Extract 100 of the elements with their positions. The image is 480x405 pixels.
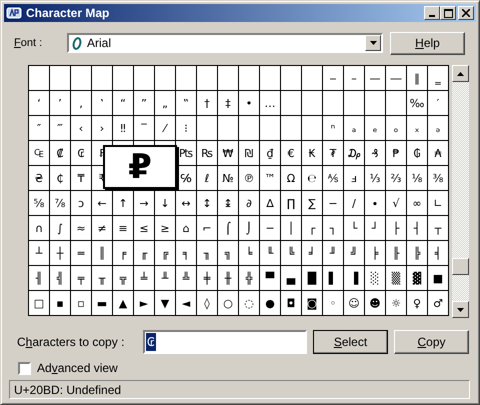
- character-cell[interactable]: ₢: [71, 141, 91, 165]
- character-cell[interactable]: ▓: [407, 266, 427, 290]
- character-cell[interactable]: ‰: [407, 91, 427, 115]
- character-cell[interactable]: ░: [365, 266, 385, 290]
- dropdown-button[interactable]: [365, 35, 381, 51]
- character-cell[interactable]: ₒ: [386, 116, 406, 140]
- character-cell[interactable]: ⅞: [50, 191, 70, 215]
- scroll-up-button[interactable]: [452, 65, 469, 82]
- character-cell[interactable]: ♀: [407, 291, 427, 315]
- character-cell[interactable]: ≈: [71, 216, 91, 240]
- character-cell[interactable]: ₑ: [365, 116, 385, 140]
- character-cell[interactable]: ↕: [197, 191, 217, 215]
- character-cell[interactable]: ╬: [239, 266, 259, 290]
- character-cell[interactable]: ⌡: [239, 216, 259, 240]
- character-cell[interactable]: ═: [71, 241, 91, 265]
- character-cell[interactable]: ⁝: [176, 116, 196, 140]
- character-cell[interactable]: ╢: [29, 266, 49, 290]
- character-cell[interactable]: ↄ: [71, 191, 91, 215]
- character-cell[interactable]: „: [155, 91, 175, 115]
- close-button[interactable]: [458, 6, 474, 20]
- character-cell[interactable]: √: [386, 191, 406, 215]
- help-button[interactable]: Help: [390, 32, 465, 54]
- character-cell[interactable]: ∆: [260, 191, 280, 215]
- character-cell[interactable]: ₴: [29, 166, 49, 190]
- character-cell[interactable]: ⅍: [323, 166, 343, 190]
- character-cell[interactable]: ≠: [92, 216, 112, 240]
- character-cell[interactable]: “: [113, 91, 133, 115]
- character-cell[interactable]: ‒: [323, 66, 343, 90]
- character-cell[interactable]: №: [218, 166, 238, 190]
- character-cell[interactable]: ₫: [260, 141, 280, 165]
- character-cell[interactable]: ╗: [218, 241, 238, 265]
- character-cell[interactable]: ╣: [50, 266, 70, 290]
- character-cell[interactable]: ◊: [197, 291, 217, 315]
- character-cell[interactable]: ₯: [344, 141, 364, 165]
- character-cell[interactable]: ▼: [155, 291, 175, 315]
- character-cell[interactable]: ≤: [134, 216, 154, 240]
- character-cell[interactable]: ╟: [386, 241, 406, 265]
- character-cell[interactable]: ™: [260, 166, 280, 190]
- character-cell[interactable]: ⁿ: [323, 116, 343, 140]
- character-cell[interactable]: …: [260, 91, 280, 115]
- character-cell[interactable]: └: [344, 216, 364, 240]
- character-cell[interactable]: ◘: [281, 291, 301, 315]
- character-cell[interactable]: ▒: [386, 266, 406, 290]
- character-cell[interactable]: ∟: [428, 191, 448, 215]
- character-cell[interactable]: ┬: [428, 216, 448, 240]
- maximize-button[interactable]: [440, 6, 456, 20]
- character-cell[interactable]: †: [197, 91, 217, 115]
- character-cell[interactable]: ‛: [92, 91, 112, 115]
- character-cell[interactable]: ╚: [281, 241, 301, 265]
- character-cell[interactable]: □: [29, 291, 49, 315]
- character-cell[interactable]: ≡: [113, 216, 133, 240]
- character-cell[interactable]: ₡: [50, 141, 70, 165]
- character-cell[interactable]: ■: [428, 266, 448, 290]
- character-cell[interactable]: ⅎ: [344, 166, 364, 190]
- character-cell[interactable]: €: [281, 141, 301, 165]
- character-cell[interactable]: Ω: [281, 166, 301, 190]
- character-cell[interactable]: ℗: [239, 166, 259, 190]
- character-cell[interactable]: ≥: [155, 216, 175, 240]
- character-cell[interactable]: ₭: [302, 141, 322, 165]
- character-cell[interactable]: ▀: [260, 266, 280, 290]
- character-cell[interactable]: ┌: [302, 216, 322, 240]
- character-cell[interactable]: ╕: [176, 241, 196, 265]
- character-cell[interactable]: ╤: [71, 266, 91, 290]
- character-cell[interactable]: ┐: [323, 216, 343, 240]
- character-cell[interactable]: ╖: [197, 241, 217, 265]
- character-cell[interactable]: ╝: [344, 241, 364, 265]
- scroll-down-button[interactable]: [452, 301, 469, 318]
- character-cell[interactable]: ☻: [365, 291, 385, 315]
- character-cell[interactable]: ₵: [50, 166, 70, 190]
- character-cell[interactable]: ╧: [134, 266, 154, 290]
- character-cell[interactable]: ╫: [218, 266, 238, 290]
- character-cell[interactable]: ┼: [50, 241, 70, 265]
- character-cell[interactable]: ⌠: [218, 216, 238, 240]
- character-cell[interactable]: ⌂: [176, 216, 196, 240]
- character-cell[interactable]: ‘: [29, 91, 49, 115]
- character-cell[interactable]: ∙: [365, 191, 385, 215]
- character-cell[interactable]: ├: [386, 216, 406, 240]
- character-cell[interactable]: →: [134, 191, 154, 215]
- character-cell[interactable]: ┴: [29, 241, 49, 265]
- character-cell[interactable]: ∑: [302, 191, 322, 215]
- character-cell[interactable]: ₳: [428, 141, 448, 165]
- character-cell[interactable]: ⁄: [155, 116, 175, 140]
- character-cell[interactable]: ╜: [323, 241, 343, 265]
- character-cell[interactable]: ←: [92, 191, 112, 215]
- character-cell[interactable]: ◙: [302, 291, 322, 315]
- character-cell[interactable]: ‴: [50, 116, 70, 140]
- character-cell[interactable]: ▄: [281, 266, 301, 290]
- character-cell[interactable]: ╔: [155, 241, 175, 265]
- character-cell[interactable]: ▌: [323, 266, 343, 290]
- character-cell[interactable]: ₸: [71, 166, 91, 190]
- advanced-view-checkbox[interactable]: [18, 362, 31, 374]
- character-cell[interactable]: ↓: [155, 191, 175, 215]
- character-cell[interactable]: ‼: [113, 116, 133, 140]
- character-cell[interactable]: ⅔: [386, 166, 406, 190]
- character-cell[interactable]: │: [281, 216, 301, 240]
- character-cell[interactable]: ›: [92, 116, 112, 140]
- character-cell[interactable]: ₐ: [344, 116, 364, 140]
- character-cell[interactable]: ℮: [302, 166, 322, 190]
- character-cell[interactable]: ╓: [134, 241, 154, 265]
- character-cell[interactable]: ∩: [29, 216, 49, 240]
